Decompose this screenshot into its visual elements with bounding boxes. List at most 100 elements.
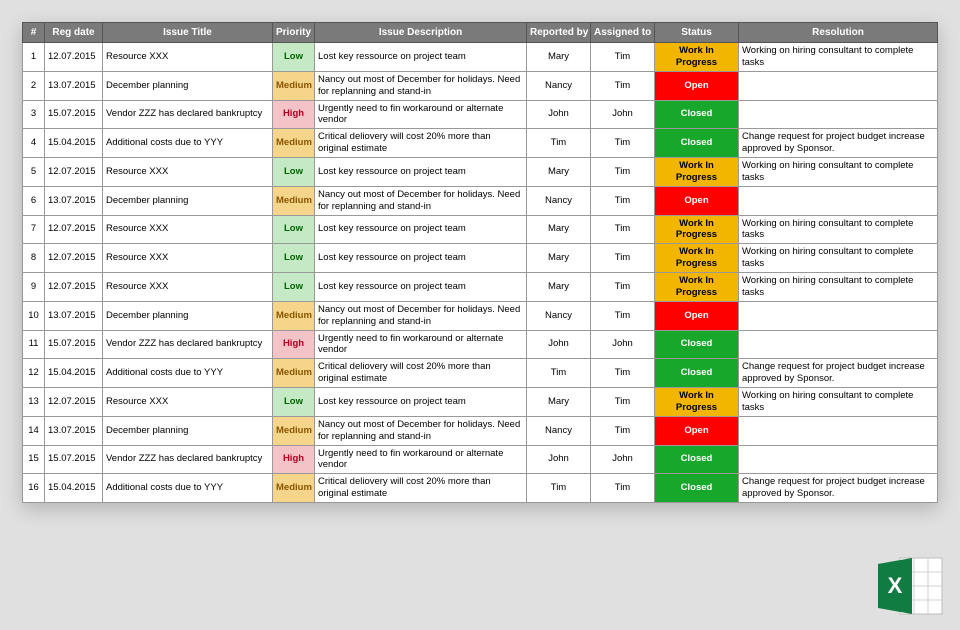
cell-resolution[interactable] [739,186,938,215]
cell-resolution[interactable] [739,71,938,100]
cell-description[interactable]: Nancy out most of December for holidays.… [315,71,527,100]
cell-reported-by[interactable]: Mary [527,43,591,72]
cell-num[interactable]: 16 [23,474,45,503]
cell-description[interactable]: Critical deliovery will cost 20% more th… [315,359,527,388]
cell-num[interactable]: 10 [23,301,45,330]
header-reg-date[interactable]: Reg date [45,23,103,43]
cell-reported-by[interactable]: John [527,330,591,359]
cell-title[interactable]: Resource XXX [103,158,273,187]
cell-num[interactable]: 12 [23,359,45,388]
cell-date[interactable]: 12.07.2015 [45,158,103,187]
cell-status[interactable]: Work In Progress [655,158,739,187]
table-row[interactable]: 1413.07.2015December planningMediumNancy… [23,416,938,445]
cell-title[interactable]: Vendor ZZZ has declared bankruptcy [103,330,273,359]
cell-description[interactable]: Urgently need to fin workaround or alter… [315,330,527,359]
cell-status[interactable]: Closed [655,330,739,359]
cell-priority[interactable]: High [273,330,315,359]
cell-date[interactable]: 12.07.2015 [45,388,103,417]
cell-description[interactable]: Critical deliovery will cost 20% more th… [315,129,527,158]
cell-date[interactable]: 12.07.2015 [45,43,103,72]
cell-status[interactable]: Work In Progress [655,388,739,417]
cell-status[interactable]: Work In Progress [655,43,739,72]
cell-date[interactable]: 12.07.2015 [45,244,103,273]
cell-description[interactable]: Lost key ressource on project team [315,244,527,273]
cell-resolution[interactable]: Change request for project budget increa… [739,474,938,503]
cell-date[interactable]: 15.04.2015 [45,359,103,388]
header-description[interactable]: Issue Description [315,23,527,43]
cell-title[interactable]: December planning [103,71,273,100]
cell-num[interactable]: 8 [23,244,45,273]
cell-assigned-to[interactable]: Tim [591,301,655,330]
cell-status[interactable]: Open [655,186,739,215]
table-row[interactable]: 1312.07.2015Resource XXXLowLost key ress… [23,388,938,417]
cell-priority[interactable]: Low [273,273,315,302]
cell-status[interactable]: Work In Progress [655,273,739,302]
cell-num[interactable]: 6 [23,186,45,215]
cell-title[interactable]: Additional costs due to YYY [103,129,273,158]
cell-description[interactable]: Urgently need to fin workaround or alter… [315,100,527,129]
cell-date[interactable]: 15.04.2015 [45,129,103,158]
cell-priority[interactable]: Low [273,158,315,187]
cell-description[interactable]: Lost key ressource on project team [315,158,527,187]
cell-assigned-to[interactable]: Tim [591,129,655,158]
cell-title[interactable]: Resource XXX [103,273,273,302]
cell-title[interactable]: Resource XXX [103,43,273,72]
cell-num[interactable]: 4 [23,129,45,158]
cell-num[interactable]: 7 [23,215,45,244]
table-row[interactable]: 315.07.2015Vendor ZZZ has declared bankr… [23,100,938,129]
header-num[interactable]: # [23,23,45,43]
cell-date[interactable]: 13.07.2015 [45,186,103,215]
header-status[interactable]: Status [655,23,739,43]
cell-description[interactable]: Lost key ressource on project team [315,388,527,417]
cell-priority[interactable]: Medium [273,71,315,100]
cell-assigned-to[interactable]: Tim [591,215,655,244]
cell-resolution[interactable] [739,100,938,129]
cell-reported-by[interactable]: Tim [527,129,591,158]
cell-title[interactable]: December planning [103,186,273,215]
cell-status[interactable]: Work In Progress [655,215,739,244]
cell-num[interactable]: 3 [23,100,45,129]
cell-description[interactable]: Lost key ressource on project team [315,273,527,302]
header-reported-by[interactable]: Reported by [527,23,591,43]
cell-num[interactable]: 5 [23,158,45,187]
cell-priority[interactable]: Low [273,244,315,273]
cell-assigned-to[interactable]: Tim [591,416,655,445]
cell-assigned-to[interactable]: Tim [591,186,655,215]
cell-reported-by[interactable]: Mary [527,388,591,417]
cell-priority[interactable]: High [273,445,315,474]
table-row[interactable]: 712.07.2015Resource XXXLowLost key resso… [23,215,938,244]
cell-title[interactable]: December planning [103,301,273,330]
cell-title[interactable]: Additional costs due to YYY [103,359,273,388]
cell-date[interactable]: 13.07.2015 [45,71,103,100]
table-row[interactable]: 1515.07.2015Vendor ZZZ has declared bank… [23,445,938,474]
cell-assigned-to[interactable]: Tim [591,71,655,100]
cell-date[interactable]: 15.07.2015 [45,100,103,129]
cell-status[interactable]: Open [655,416,739,445]
cell-resolution[interactable] [739,445,938,474]
table-row[interactable]: 1215.04.2015Additional costs due to YYYM… [23,359,938,388]
header-assigned-to[interactable]: Assigned to [591,23,655,43]
table-row[interactable]: 1615.04.2015Additional costs due to YYYM… [23,474,938,503]
cell-num[interactable]: 13 [23,388,45,417]
table-row[interactable]: 512.07.2015Resource XXXLowLost key resso… [23,158,938,187]
cell-reported-by[interactable]: Mary [527,158,591,187]
cell-assigned-to[interactable]: Tim [591,474,655,503]
cell-status[interactable]: Closed [655,129,739,158]
cell-date[interactable]: 12.07.2015 [45,215,103,244]
table-row[interactable]: 1115.07.2015Vendor ZZZ has declared bank… [23,330,938,359]
cell-priority[interactable]: Medium [273,359,315,388]
cell-assigned-to[interactable]: Tim [591,273,655,302]
cell-priority[interactable]: Medium [273,129,315,158]
cell-date[interactable]: 12.07.2015 [45,273,103,302]
cell-priority[interactable]: Medium [273,474,315,503]
cell-description[interactable]: Urgently need to fin workaround or alter… [315,445,527,474]
cell-reported-by[interactable]: John [527,445,591,474]
cell-assigned-to[interactable]: Tim [591,244,655,273]
cell-description[interactable]: Nancy out most of December for holidays.… [315,186,527,215]
table-row[interactable]: 112.07.2015Resource XXXLowLost key resso… [23,43,938,72]
cell-assigned-to[interactable]: John [591,445,655,474]
table-row[interactable]: 912.07.2015Resource XXXLowLost key resso… [23,273,938,302]
cell-resolution[interactable]: Working on hiring consultant to complete… [739,215,938,244]
cell-date[interactable]: 15.04.2015 [45,474,103,503]
cell-resolution[interactable]: Change request for project budget increa… [739,359,938,388]
